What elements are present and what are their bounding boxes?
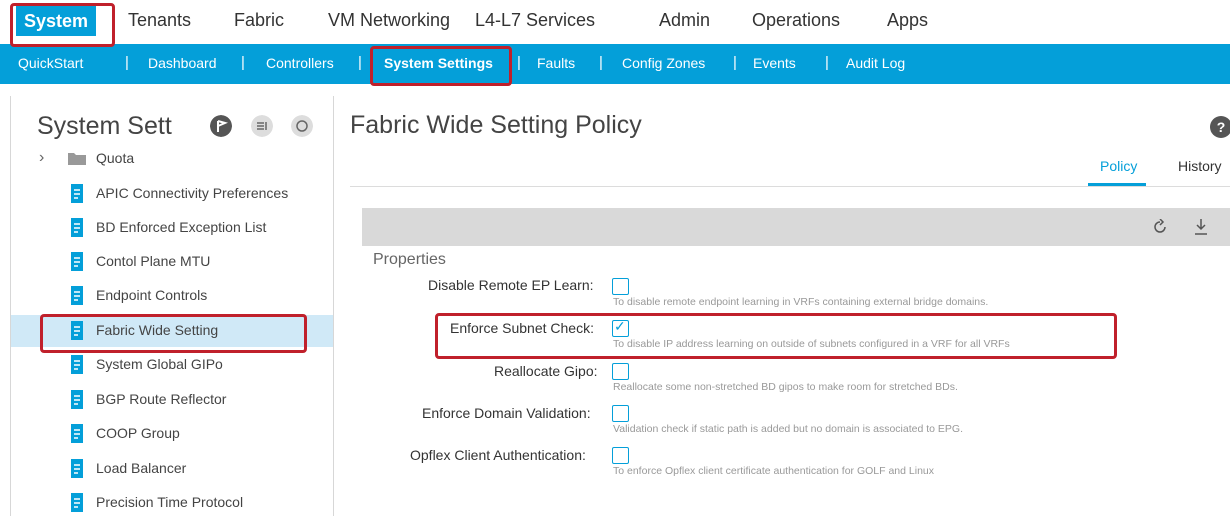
top-nav: System Tenants Fabric VM Networking L4-L… bbox=[0, 0, 1230, 44]
subnav-separator: | bbox=[358, 54, 362, 71]
policy-document-icon bbox=[71, 493, 83, 512]
tree-item-label: BD Enforced Exception List bbox=[96, 219, 267, 235]
enforce-subnet-check-description: To disable IP address learning on outsid… bbox=[613, 338, 1010, 350]
subnav-system-settings[interactable]: System Settings bbox=[384, 55, 493, 71]
enforce-domain-validation-label: Enforce Domain Validation: bbox=[422, 405, 591, 421]
left-panel-title: System Sett bbox=[37, 112, 172, 140]
subnav-controllers[interactable]: Controllers bbox=[266, 55, 334, 71]
enforce-subnet-check-label: Enforce Subnet Check: bbox=[450, 320, 594, 336]
reallocate-gipo-description: Reallocate some non-stretched BD gipos t… bbox=[613, 381, 958, 393]
tree-item-control-plane-mtu[interactable]: Contol Plane MTU bbox=[11, 246, 333, 278]
tree-item-label: Endpoint Controls bbox=[96, 287, 208, 303]
disable-remote-ep-learn-description: To disable remote endpoint learning in V… bbox=[613, 296, 989, 308]
page-title: Fabric Wide Setting Policy bbox=[350, 111, 642, 139]
nav-admin[interactable]: Admin bbox=[659, 10, 710, 31]
policy-document-icon bbox=[71, 286, 83, 305]
subnav-separator: | bbox=[517, 54, 521, 71]
opflex-client-authentication-description: To enforce Opflex client certificate aut… bbox=[613, 465, 935, 477]
filter-icon[interactable] bbox=[251, 115, 273, 137]
chevron-right-icon[interactable]: › bbox=[39, 149, 44, 167]
subnav-audit-log[interactable]: Audit Log bbox=[846, 55, 905, 71]
opflex-client-authentication-label: Opflex Client Authentication: bbox=[410, 447, 586, 463]
subnav-config-zones[interactable]: Config Zones bbox=[622, 55, 705, 71]
policy-document-icon bbox=[71, 459, 83, 478]
sub-nav: QuickStart | Dashboard | Controllers | S… bbox=[0, 44, 1230, 84]
policy-document-icon bbox=[71, 355, 83, 374]
enforce-domain-validation-description: Validation check if static path is added… bbox=[613, 423, 964, 435]
subnav-separator: | bbox=[599, 54, 603, 71]
policy-document-icon bbox=[71, 218, 83, 237]
subnav-separator: | bbox=[825, 54, 829, 71]
nav-system[interactable]: System bbox=[16, 6, 96, 36]
subnav-faults[interactable]: Faults bbox=[537, 55, 575, 71]
disable-remote-ep-learn-checkbox[interactable] bbox=[612, 278, 629, 295]
subnav-quickstart[interactable]: QuickStart bbox=[18, 55, 83, 71]
policy-document-icon bbox=[71, 184, 83, 203]
disable-remote-ep-learn-label: Disable Remote EP Learn: bbox=[428, 277, 594, 293]
enforce-domain-validation-checkbox[interactable] bbox=[612, 405, 629, 422]
nav-l4-l7-services[interactable]: L4-L7 Services bbox=[475, 10, 595, 31]
policy-toolbar bbox=[362, 208, 1230, 246]
refresh-icon[interactable] bbox=[1152, 219, 1168, 235]
policy-document-icon bbox=[71, 424, 83, 443]
tab-policy[interactable]: Policy bbox=[1100, 158, 1137, 174]
tree-item-endpoint-controls[interactable]: Endpoint Controls bbox=[11, 280, 333, 312]
enforce-subnet-check-checkbox[interactable] bbox=[612, 318, 629, 337]
tree-item-label: BGP Route Reflector bbox=[96, 391, 227, 407]
tree-item-quota[interactable]: › Quota bbox=[11, 144, 333, 176]
tree-item-label: Contol Plane MTU bbox=[96, 253, 211, 269]
nav-vm-networking[interactable]: VM Networking bbox=[328, 10, 450, 31]
left-navigation-panel: System Sett › Quota APIC Connectivity Pr… bbox=[10, 96, 334, 516]
nav-operations[interactable]: Operations bbox=[752, 10, 840, 31]
tab-history[interactable]: History bbox=[1178, 158, 1222, 174]
opflex-client-authentication-checkbox[interactable] bbox=[612, 447, 629, 464]
folder-icon bbox=[68, 153, 86, 165]
tree-item-label: Fabric Wide Setting bbox=[96, 322, 219, 338]
tree-item-label: APIC Connectivity Preferences bbox=[96, 185, 289, 201]
subnav-dashboard[interactable]: Dashboard bbox=[148, 55, 217, 71]
nav-fabric[interactable]: Fabric bbox=[234, 10, 284, 31]
policy-document-icon bbox=[71, 321, 83, 340]
nav-tenants[interactable]: Tenants bbox=[128, 10, 191, 31]
subnav-separator: | bbox=[241, 54, 245, 71]
policy-document-icon bbox=[71, 390, 83, 409]
help-icon[interactable]: ? bbox=[1210, 116, 1230, 138]
properties-section-title: Properties bbox=[373, 251, 446, 268]
tree-item-bd-enforced-exception-list[interactable]: BD Enforced Exception List bbox=[11, 212, 333, 244]
tree-item-load-balancer[interactable]: Load Balancer bbox=[11, 453, 333, 485]
tree-item-fabric-wide-setting[interactable]: Fabric Wide Setting bbox=[11, 315, 333, 347]
reallocate-gipo-label: Reallocate Gipo: bbox=[494, 363, 598, 379]
reallocate-gipo-checkbox[interactable] bbox=[612, 363, 629, 380]
tree-item-precision-time-protocol[interactable]: Precision Time Protocol bbox=[11, 487, 333, 519]
tree-item-label: COOP Group bbox=[96, 425, 180, 441]
tree-item-label: Precision Time Protocol bbox=[96, 494, 244, 510]
policy-document-icon bbox=[71, 252, 83, 271]
subnav-separator: | bbox=[125, 54, 129, 71]
refresh-icon[interactable] bbox=[291, 115, 313, 137]
subnav-separator: | bbox=[733, 54, 737, 71]
tree-item-apic-connectivity-preferences[interactable]: APIC Connectivity Preferences bbox=[11, 178, 333, 210]
tree-item-label: Load Balancer bbox=[96, 460, 187, 476]
subnav-events[interactable]: Events bbox=[753, 55, 796, 71]
quick-start-icon[interactable] bbox=[210, 115, 232, 137]
tree-item-system-global-gipo[interactable]: System Global GIPo bbox=[11, 349, 333, 381]
tree-item-bgp-route-reflector[interactable]: BGP Route Reflector bbox=[11, 384, 333, 416]
nav-apps[interactable]: Apps bbox=[887, 10, 928, 31]
tree-item-label: Quota bbox=[96, 150, 135, 166]
download-icon[interactable] bbox=[1194, 218, 1208, 236]
tabs-divider bbox=[350, 186, 1230, 187]
tree-item-label: System Global GIPo bbox=[96, 356, 223, 372]
tree-item-coop-group[interactable]: COOP Group bbox=[11, 418, 333, 450]
